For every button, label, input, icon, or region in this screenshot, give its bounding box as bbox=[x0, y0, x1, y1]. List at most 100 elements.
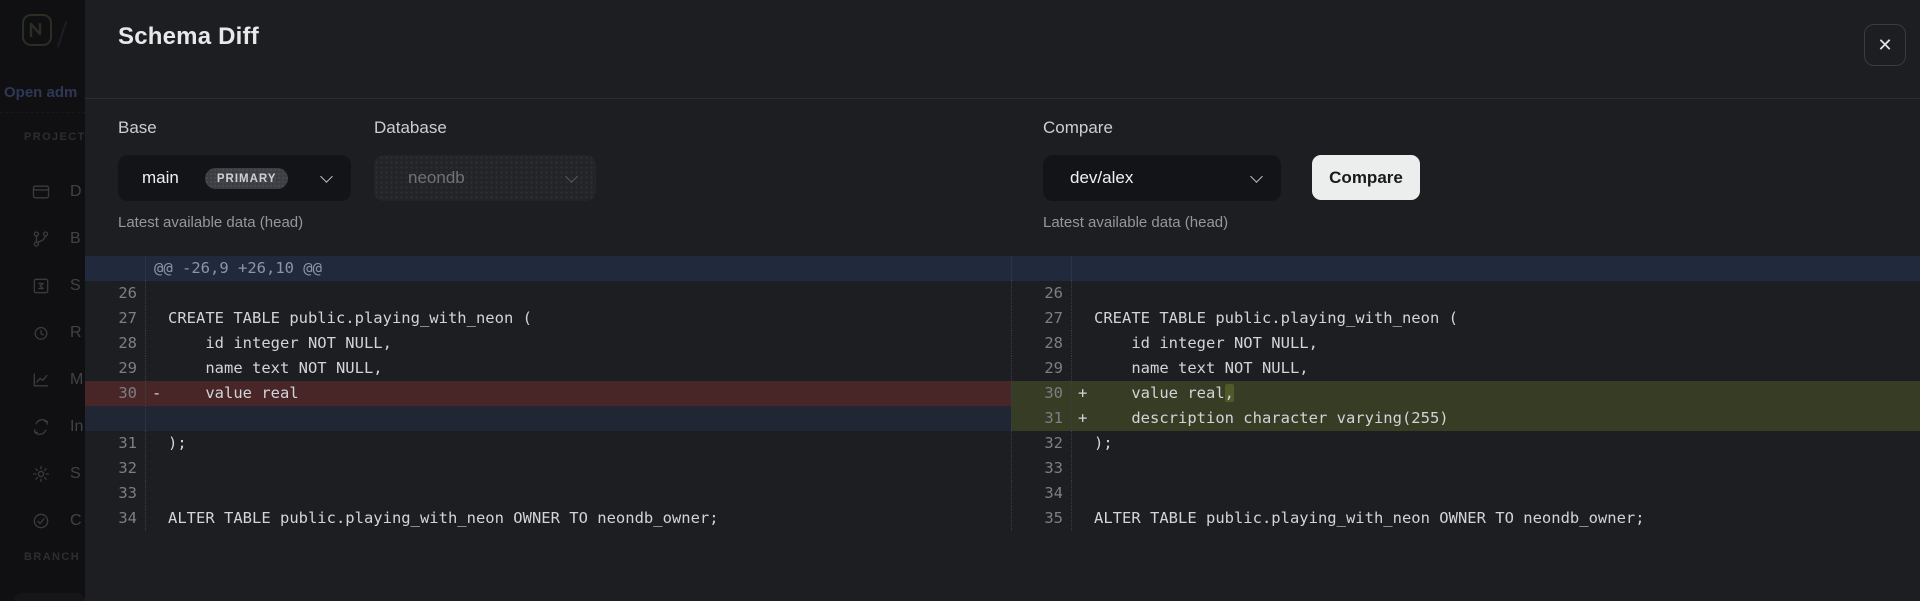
line-number: 32 bbox=[85, 456, 146, 481]
database-group: Database neondb bbox=[374, 118, 596, 201]
diff-marker bbox=[146, 281, 168, 306]
compare-group: Compare dev/alex Compare Latest availabl… bbox=[1043, 118, 1420, 231]
schema-diff-modal: Schema Diff ✕ Base main PRIMARY Latest a… bbox=[85, 0, 1920, 601]
base-label: Base bbox=[118, 118, 351, 138]
diff-row: 26 26 bbox=[85, 281, 1920, 306]
diff-row: 28 id integer NOT NULL,28 id integer NOT… bbox=[85, 331, 1920, 356]
code-line bbox=[168, 481, 1011, 506]
diff-marker bbox=[146, 431, 168, 456]
code-line: CREATE TABLE public.playing_with_neon ( bbox=[168, 306, 1011, 331]
chevron-down-icon bbox=[565, 170, 578, 183]
compare-hint: Latest available data (head) bbox=[1043, 214, 1420, 231]
line-number bbox=[85, 256, 146, 281]
line-number: 30 bbox=[85, 381, 146, 406]
hunk-header-row: @@ -26,9 +26,10 @@ bbox=[85, 256, 1920, 281]
compare-button[interactable]: Compare bbox=[1312, 155, 1420, 200]
code-line: ); bbox=[1094, 431, 1920, 456]
line-number: 31 bbox=[1011, 406, 1072, 431]
code-line bbox=[1094, 456, 1920, 481]
code-line: ALTER TABLE public.playing_with_neon OWN… bbox=[168, 506, 1011, 531]
code-line bbox=[1094, 281, 1920, 306]
line-number: 26 bbox=[85, 281, 146, 306]
diff-rows: 262627CREATE TABLE public.playing_with_n… bbox=[85, 281, 1920, 531]
modal-header: Schema Diff ✕ bbox=[85, 0, 1920, 99]
database-select[interactable]: neondb bbox=[374, 155, 596, 201]
database-value: neondb bbox=[408, 168, 465, 188]
diff-marker: - bbox=[146, 381, 168, 406]
word-diff-highlight: , bbox=[1225, 384, 1234, 402]
line-number: 29 bbox=[85, 356, 146, 381]
compare-label: Compare bbox=[1043, 118, 1420, 138]
database-label: Database bbox=[374, 118, 596, 138]
close-button[interactable]: ✕ bbox=[1864, 24, 1906, 66]
line-number: 31 bbox=[85, 431, 146, 456]
code-line: id integer NOT NULL, bbox=[168, 331, 1011, 356]
primary-badge: PRIMARY bbox=[205, 168, 289, 189]
compare-branch-select[interactable]: dev/alex bbox=[1043, 155, 1281, 201]
schema-diff-view[interactable]: @@ -26,9 +26,10 @@ 262627CREATE TABLE pu… bbox=[85, 256, 1920, 531]
code-line bbox=[168, 456, 1011, 481]
modal-backdrop bbox=[0, 0, 85, 601]
diff-marker bbox=[146, 331, 168, 356]
diff-marker bbox=[1072, 306, 1094, 331]
line-number: 29 bbox=[1011, 356, 1072, 381]
line-number: 30 bbox=[1011, 381, 1072, 406]
code-line: name text NOT NULL, bbox=[168, 356, 1011, 381]
compare-branch-value: dev/alex bbox=[1070, 168, 1133, 188]
diff-row: 31);32); bbox=[85, 431, 1920, 456]
diff-marker bbox=[146, 406, 168, 431]
hunk-header: @@ -26,9 +26,10 @@ bbox=[146, 256, 322, 281]
code-line: value real, bbox=[1094, 381, 1920, 406]
line-number: 35 bbox=[1011, 506, 1072, 531]
diff-marker: + bbox=[1072, 406, 1094, 431]
code-line bbox=[1094, 481, 1920, 506]
app-root: Open adm PROJECT DBSRMInSC BRANCH Schema… bbox=[0, 0, 1920, 601]
diff-row: 29 name text NOT NULL,29 name text NOT N… bbox=[85, 356, 1920, 381]
line-number: 28 bbox=[1011, 331, 1072, 356]
code-line: CREATE TABLE public.playing_with_neon ( bbox=[1094, 306, 1920, 331]
diff-marker bbox=[146, 456, 168, 481]
base-group: Base main PRIMARY Latest available data … bbox=[118, 118, 351, 231]
diff-marker bbox=[1072, 506, 1094, 531]
diff-marker bbox=[1072, 281, 1094, 306]
diff-row: 34ALTER TABLE public.playing_with_neon O… bbox=[85, 506, 1920, 531]
modal-title: Schema Diff bbox=[118, 23, 259, 51]
line-number: 28 bbox=[85, 331, 146, 356]
diff-row: 27CREATE TABLE public.playing_with_neon … bbox=[85, 306, 1920, 331]
line-number: 27 bbox=[85, 306, 146, 331]
sidebar: Open adm PROJECT DBSRMInSC BRANCH bbox=[0, 0, 85, 601]
line-number: 33 bbox=[85, 481, 146, 506]
line-number: 27 bbox=[1011, 306, 1072, 331]
base-branch-value: main bbox=[142, 168, 179, 188]
line-number: 32 bbox=[1011, 431, 1072, 456]
code-line: ALTER TABLE public.playing_with_neon OWN… bbox=[1094, 506, 1920, 531]
diff-marker bbox=[146, 356, 168, 381]
diff-row: 3233 bbox=[85, 456, 1920, 481]
diff-marker: + bbox=[1072, 381, 1094, 406]
base-hint: Latest available data (head) bbox=[118, 214, 351, 231]
code-line: name text NOT NULL, bbox=[1094, 356, 1920, 381]
diff-marker bbox=[1072, 331, 1094, 356]
diff-marker bbox=[146, 506, 168, 531]
diff-marker bbox=[146, 306, 168, 331]
close-icon: ✕ bbox=[1877, 35, 1892, 56]
chevron-down-icon bbox=[320, 170, 333, 183]
diff-row: 30- value real30+ value real, bbox=[85, 381, 1920, 406]
line-number bbox=[1011, 256, 1072, 281]
code-line: description character varying(255) bbox=[1094, 406, 1920, 431]
diff-marker bbox=[146, 481, 168, 506]
diff-marker bbox=[1072, 456, 1094, 481]
base-branch-select[interactable]: main PRIMARY bbox=[118, 155, 351, 201]
diff-marker bbox=[1072, 481, 1094, 506]
line-number bbox=[85, 406, 146, 431]
chevron-down-icon bbox=[1250, 170, 1263, 183]
code-line: id integer NOT NULL, bbox=[1094, 331, 1920, 356]
diff-row: 33 34 bbox=[85, 481, 1920, 506]
diff-marker bbox=[1072, 431, 1094, 456]
diff-row: 31+ description character varying(255) bbox=[85, 406, 1920, 431]
code-line bbox=[168, 281, 1011, 306]
code-line: ); bbox=[168, 431, 1011, 456]
code-line: value real bbox=[168, 381, 1011, 406]
line-number: 34 bbox=[1011, 481, 1072, 506]
line-number: 26 bbox=[1011, 281, 1072, 306]
